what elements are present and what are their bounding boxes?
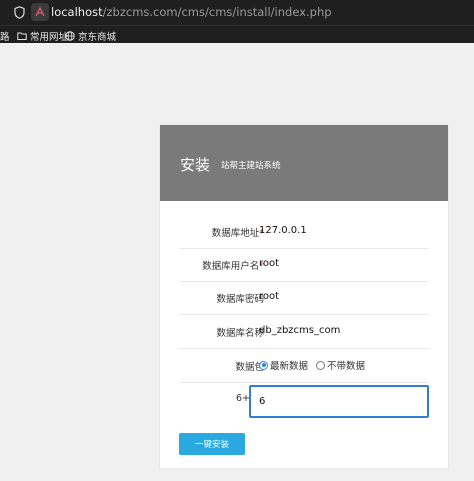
address-bar[interactable]: localhost/zbzcms.com/cms/cms/install/ind… [51,5,332,19]
site-info-icon[interactable] [31,3,49,21]
captcha-input[interactable] [249,385,429,418]
radio-label: 不带数据 [327,361,366,372]
bookmark-item-common-sites[interactable]: 常用网址 [17,29,68,43]
radio-unchecked-icon[interactable] [316,360,326,370]
form-row-db-host: 数据库地址* 127.0.0.1 [180,216,428,249]
bookmark-label: 京东商城 [78,32,117,43]
folder-icon [17,32,27,40]
db-pass-label: 数据库密码 [216,294,264,305]
db-host-label: 数据库地址* [211,228,264,239]
package-radio-group: 最新数据 不带数据 [259,358,365,372]
form-row-db-name: 数据库名称 db_zbzcms_com [180,316,428,349]
bookmark-label: 常用网址 [30,32,69,43]
radio-checked-icon[interactable] [259,360,268,370]
db-host-field[interactable]: 127.0.0.1 [259,225,307,236]
db-name-label: 数据库名称 [216,328,264,339]
url-host: localhost [51,5,103,19]
bookmark-item-partial[interactable]: 路 [0,29,10,43]
radio-no-data[interactable]: 不带数据 [316,358,365,372]
card-header: 安装 站帮主建站系统 [160,125,448,201]
radio-label: 最新数据 [270,361,309,372]
bookmark-label: 路 [0,32,10,43]
db-name-field[interactable]: db_zbzcms_com [259,325,340,336]
db-user-label: 数据库用户名* [202,261,264,272]
install-button[interactable]: 一键安装 [179,433,245,455]
bookmarks-bar: 路 常用网址 京东商城 [0,25,474,43]
url-path: /zbzcms.com/cms/cms/install/index.php [102,5,332,19]
db-pass-field[interactable]: root [259,291,279,302]
form-row-db-pass: 数据库密码 root [180,282,428,315]
form-row-db-user: 数据库用户名* root [180,249,428,282]
form-row-package: 数据包 最新数据 不带数据 [180,350,428,383]
radio-latest-data[interactable]: 最新数据 [259,358,308,372]
shield-icon[interactable] [14,6,25,19]
page-title: 安装 [180,156,211,174]
page-subtitle: 站帮主建站系统 [221,161,281,171]
db-user-field[interactable]: root [259,258,279,269]
browser-toolbar: localhost/zbzcms.com/cms/cms/install/ind… [0,0,474,25]
globe-icon [65,31,75,41]
bookmark-item-jd[interactable]: 京东商城 [65,29,116,43]
